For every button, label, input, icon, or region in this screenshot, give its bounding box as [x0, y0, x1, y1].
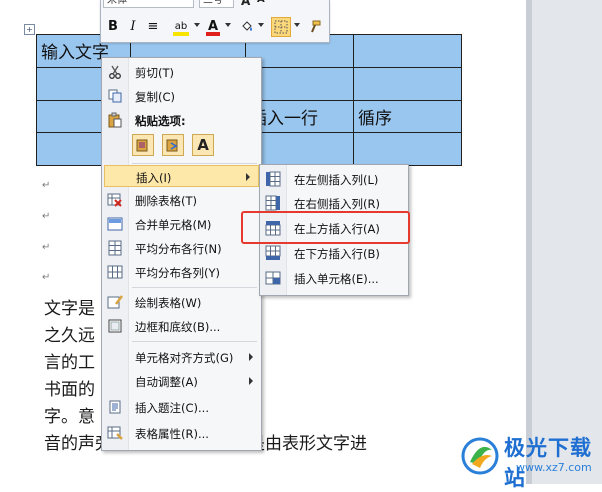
menu-item-label: 插入单元格(E)...	[294, 272, 379, 286]
menu-separator	[132, 287, 257, 288]
paste-icon	[108, 112, 122, 128]
menu-item-table-properties[interactable]: 表格属性(R)...	[102, 422, 261, 444]
mini-toolbar: 宋体 三号 A A B I ≡ ab A	[100, 0, 330, 43]
shading-bucket-icon[interactable]	[239, 17, 255, 37]
borders-icon	[274, 20, 288, 34]
distribute-rows-icon	[108, 240, 122, 256]
paragraph-mark: ↵	[42, 180, 51, 191]
paragraph-mark: ↵	[42, 211, 51, 222]
paste-options-group: A	[132, 134, 222, 160]
scissors-icon	[109, 65, 121, 79]
menu-item-insert-row-below[interactable]: 在下方插入行(B)	[260, 242, 408, 264]
italic-button[interactable]: I	[125, 17, 141, 37]
grow-font-button[interactable]: A	[241, 0, 250, 8]
insert-column-right-icon	[265, 195, 280, 211]
watermark: 极光下载站 www.xz7.com	[456, 430, 602, 490]
menu-separator	[132, 341, 257, 342]
chevron-right-icon	[249, 377, 253, 385]
menu-item-autofit[interactable]: 自动调整(A)	[102, 370, 261, 392]
chevron-down-icon[interactable]	[194, 23, 200, 27]
paragraph-mark: ↵	[42, 242, 51, 253]
menu-item-delete-table[interactable]: 删除表格(T)	[102, 189, 261, 211]
paste-merge-format-icon[interactable]	[162, 134, 184, 156]
menu-item-borders-shading[interactable]: 边框和底纹(B)...	[102, 315, 261, 337]
chevron-right-icon	[249, 353, 253, 361]
font-color-swatch	[206, 32, 220, 36]
menu-item-paste-options: 粘贴选项:	[102, 109, 261, 131]
merge-cells-icon	[107, 217, 123, 231]
highlight-button[interactable]: ab	[171, 17, 191, 37]
menu-item-label: 在左侧插入列(L)	[294, 173, 379, 187]
menu-item-label: 边框和底纹(B)...	[135, 320, 221, 334]
menu-item-label: 粘贴选项:	[135, 114, 186, 128]
highlight-label: ab	[174, 21, 188, 32]
chevron-down-icon[interactable]	[258, 23, 264, 27]
menu-item-label: 插入(I)	[136, 171, 172, 185]
menu-item-label: 平均分布各列(Y)	[135, 266, 220, 280]
menu-item-cell-alignment[interactable]: 单元格对齐方式(G)	[102, 346, 261, 368]
menu-item-cut[interactable]: 剪切(T)	[102, 61, 261, 83]
menu-item-merge-cells[interactable]: 合并单元格(M)	[102, 213, 261, 235]
window-background	[526, 0, 602, 484]
menu-item-draw-table[interactable]: 绘制表格(W)	[102, 291, 261, 313]
menu-item-label: 在右侧插入列(R)	[294, 197, 380, 211]
menu-item-insert-column-left[interactable]: 在左侧插入列(L)	[260, 168, 408, 190]
annotation-highlight-box	[241, 211, 410, 244]
borders-icon	[108, 319, 122, 333]
table-cell[interactable]	[353, 66, 462, 101]
format-painter-icon[interactable]	[305, 17, 323, 37]
menu-item-label: 平均分布各行(N)	[135, 242, 222, 256]
menu-item-label: 表格属性(R)...	[135, 427, 209, 441]
paste-text-only-button[interactable]: A	[192, 134, 214, 156]
insert-cells-icon	[265, 271, 281, 285]
table-cell[interactable]: 循序	[353, 99, 462, 134]
menu-item-insert[interactable]: 插入(I)	[104, 165, 259, 187]
menu-item-label: 删除表格(T)	[135, 194, 197, 208]
caption-icon	[109, 400, 121, 414]
table-cell[interactable]	[353, 34, 462, 68]
highlight-color-swatch	[173, 32, 189, 36]
menu-item-label: 在下方插入行(B)	[294, 247, 380, 261]
table-cell[interactable]	[353, 132, 462, 166]
menu-item-label: 单元格对齐方式(G)	[135, 351, 234, 365]
delete-table-icon	[107, 193, 122, 207]
menu-item-label: 绘制表格(W)	[135, 296, 202, 310]
table-properties-icon	[107, 426, 123, 440]
menu-separator	[132, 163, 257, 164]
distribute-columns-icon	[107, 265, 123, 279]
insert-row-below-icon	[265, 245, 281, 260]
menu-item-label: 插入题注(C)...	[135, 401, 209, 415]
menu-item-label: 剪切(T)	[135, 66, 174, 80]
menu-item-distribute-columns[interactable]: 平均分布各列(Y)	[102, 261, 261, 283]
menu-item-distribute-rows[interactable]: 平均分布各行(N)	[102, 237, 261, 259]
paragraph-mark: ↵	[42, 272, 51, 283]
menu-item-copy[interactable]: 复制(C)	[102, 85, 261, 107]
borders-button[interactable]	[271, 17, 291, 37]
menu-item-label: 复制(C)	[135, 90, 176, 104]
menu-item-label: 自动调整(A)	[135, 375, 198, 389]
aurora-logo-icon	[461, 437, 499, 475]
table-move-handle-icon[interactable]: +	[24, 24, 35, 35]
copy-icon	[108, 89, 122, 103]
chevron-right-icon	[246, 173, 250, 181]
font-name-box[interactable]: 宋体	[103, 0, 194, 8]
context-menu: 剪切(T) 复制(C) 粘贴选项: A 插入(I) 删除表格(T) 合并单元格(…	[101, 57, 262, 451]
font-size-box[interactable]: 三号	[199, 0, 234, 8]
font-color-button[interactable]: A	[205, 17, 221, 37]
watermark-url: www.xz7.com	[516, 461, 592, 474]
paste-keep-source-format-icon[interactable]	[132, 134, 154, 156]
chevron-down-icon[interactable]	[294, 23, 300, 27]
center-align-button[interactable]: ≡	[145, 17, 161, 37]
chevron-down-icon[interactable]	[225, 23, 231, 27]
insert-column-left-icon	[266, 171, 281, 187]
shrink-font-button[interactable]: A	[257, 0, 265, 5]
bold-button[interactable]: B	[105, 17, 121, 37]
menu-item-label: 合并单元格(M)	[135, 218, 212, 232]
draw-table-icon	[107, 295, 123, 309]
vertical-scrollbar[interactable]	[526, 0, 532, 484]
menu-item-insert-caption[interactable]: 插入题注(C)...	[102, 396, 261, 418]
menu-item-insert-cells[interactable]: 插入单元格(E)...	[260, 267, 408, 289]
